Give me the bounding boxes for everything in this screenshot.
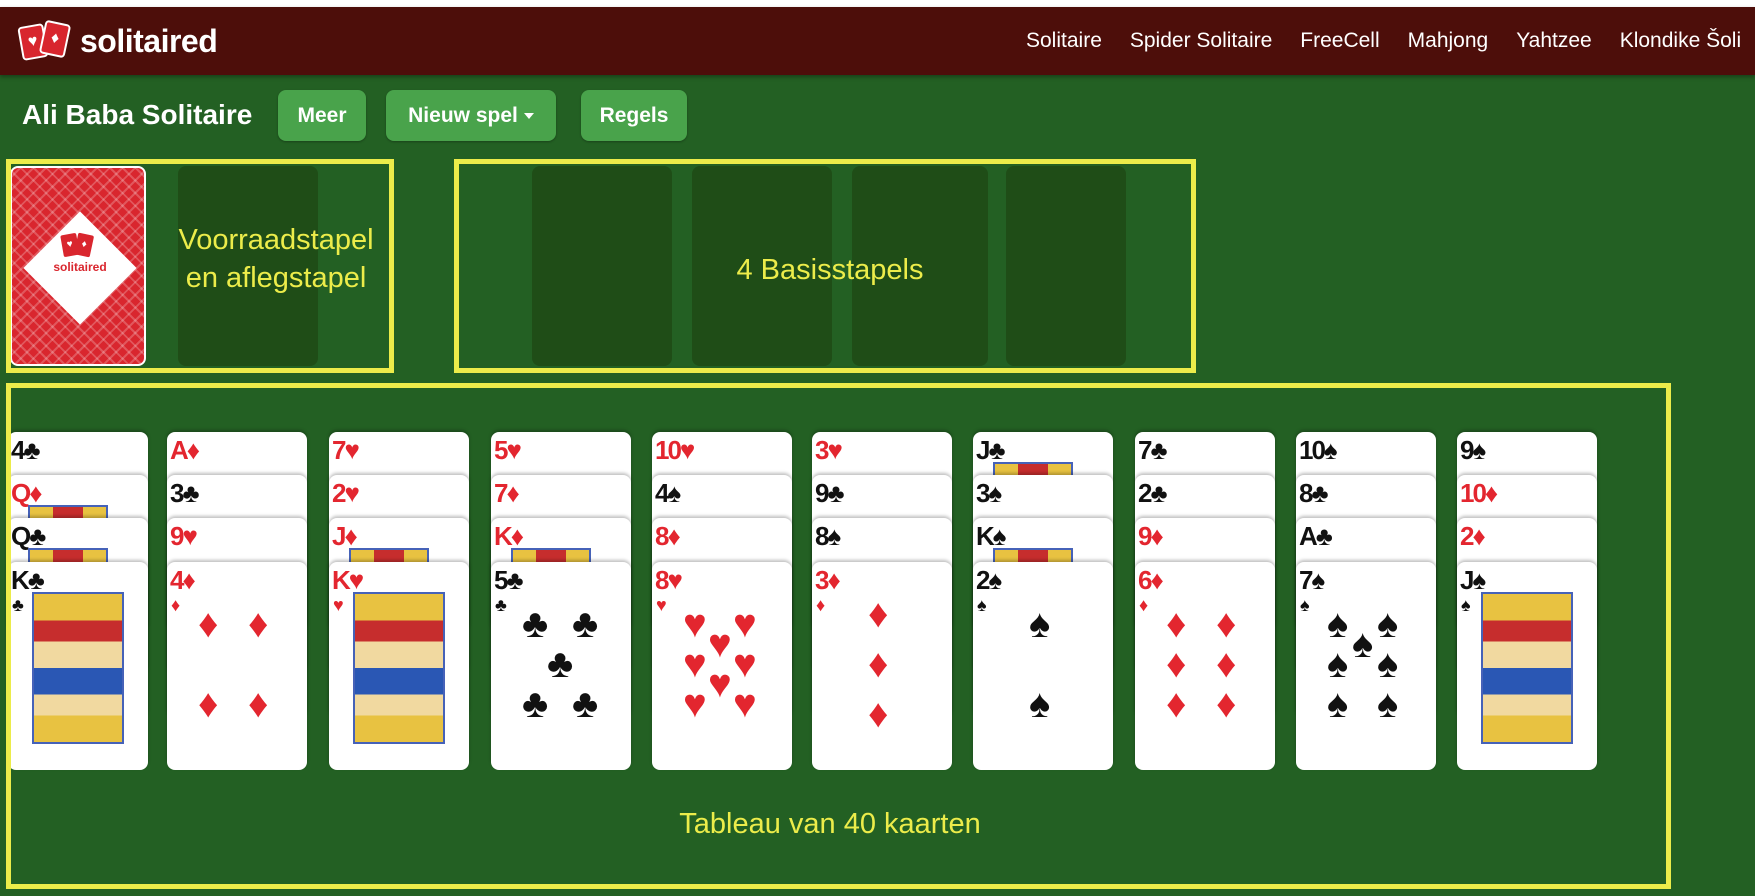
foundation-annotation: 4 Basisstapels: [736, 254, 924, 286]
stock-annotation: Voorraadstapel en aflegstapel: [170, 222, 382, 297]
nav-links: Solitaire Spider Solitaire FreeCell Mahj…: [1026, 7, 1741, 75]
nav-link-spider-solitaire[interactable]: Spider Solitaire: [1130, 29, 1272, 53]
page-title: Ali Baba Solitaire: [22, 99, 253, 130]
new-game-button-label: Nieuw spel: [408, 103, 518, 127]
tableau-annotation: Tableau van 40 kaarten: [679, 808, 981, 840]
rules-button[interactable]: Regels: [581, 90, 687, 141]
brand-name: solitaired: [80, 22, 218, 59]
game-toolbar: Ali Baba Solitaire Meer Nieuw spel Regel…: [0, 88, 1755, 144]
meer-button[interactable]: Meer: [278, 90, 366, 141]
nav-link-solitaire[interactable]: Solitaire: [1026, 29, 1102, 53]
meer-button-label: Meer: [297, 103, 347, 127]
new-game-button[interactable]: Nieuw spel: [386, 90, 556, 141]
nav-link-mahjong[interactable]: Mahjong: [1408, 29, 1489, 53]
playing-cards-logo-icon: ♥ ♦: [17, 19, 76, 61]
nav-link-freecell[interactable]: FreeCell: [1300, 29, 1379, 53]
top-strip: [0, 0, 1755, 7]
nav-link-klondike[interactable]: Klondike Šoli: [1620, 29, 1741, 53]
logo-card-icon: ♦: [38, 19, 72, 59]
stock-annotation-line1: Voorraadstapel: [178, 224, 374, 256]
chevron-down-icon: [523, 112, 534, 119]
nav-link-yahtzee[interactable]: Yahtzee: [1516, 29, 1592, 53]
brand-logo[interactable]: ♥ ♦ solitaired: [17, 7, 218, 75]
stock-annotation-line2: en aflegstapel: [185, 261, 367, 294]
navbar: ♥ ♦ solitaired Solitaire Spider Solitair…: [0, 7, 1755, 75]
rules-button-label: Regels: [599, 103, 669, 127]
